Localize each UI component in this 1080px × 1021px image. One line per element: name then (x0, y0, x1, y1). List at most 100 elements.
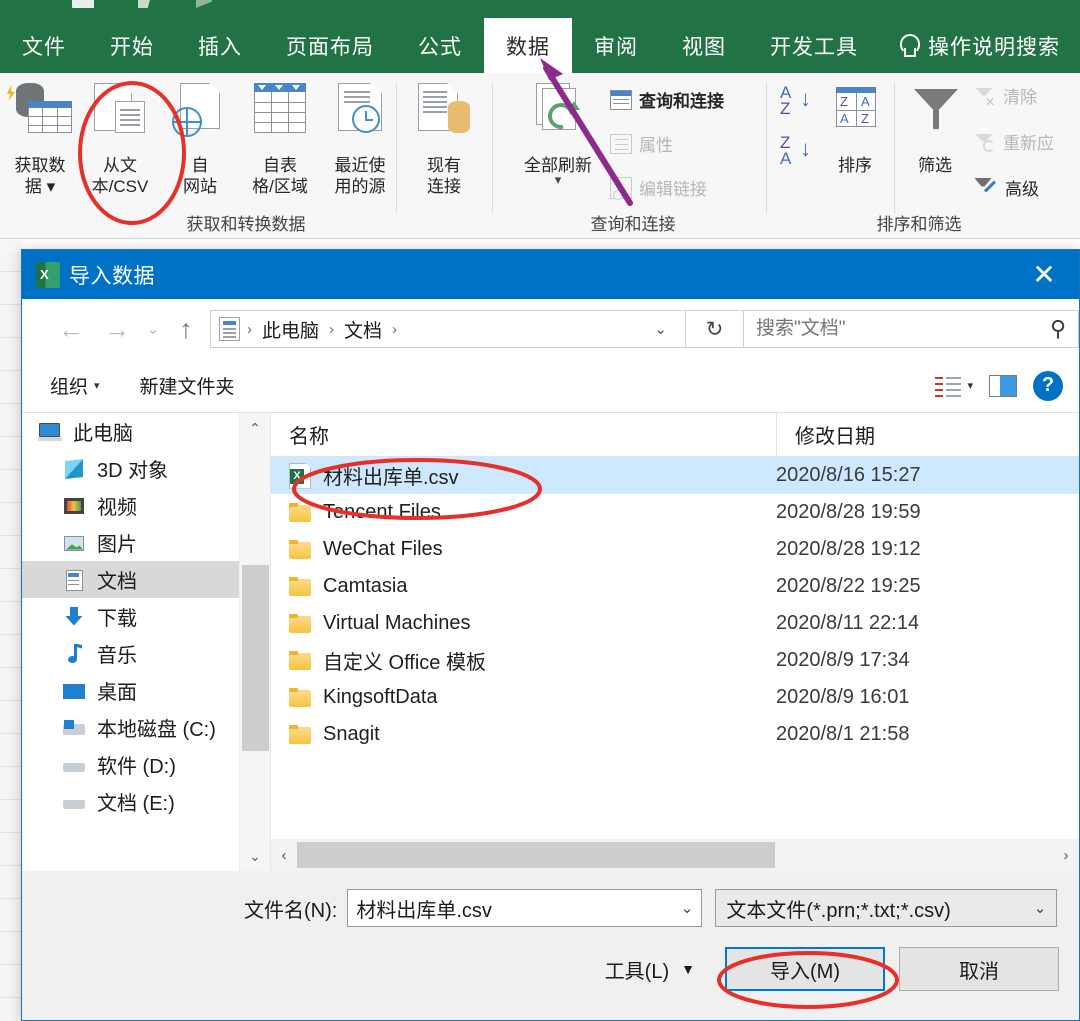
column-header-name[interactable]: 名称 (271, 413, 776, 456)
tab-data[interactable]: 数据 (484, 18, 572, 73)
recent-sources-button[interactable]: 最近使 用的源 (324, 79, 396, 197)
reapply-icon (974, 132, 996, 152)
folder-icon (289, 651, 311, 670)
search-icon[interactable]: ⚲ (1050, 316, 1066, 342)
sort-button[interactable]: Z A A Z 排序 (822, 79, 888, 176)
refresh-all-button[interactable]: 全部刷新 ▾ (510, 79, 606, 184)
change-view-button[interactable]: ▾ (935, 375, 973, 397)
queries-connections-button[interactable]: 查询和连接 (610, 87, 724, 112)
import-button[interactable]: 导入(M) (725, 947, 885, 991)
qat-undo-icon[interactable] (138, 0, 152, 8)
cancel-button[interactable]: 取消 (899, 947, 1059, 991)
sidebar-item-desktop[interactable]: 桌面 (22, 672, 270, 709)
breadcrumb-documents[interactable]: 文档 (341, 316, 385, 343)
file-list-hscrollbar[interactable]: ‹ › (271, 839, 1079, 871)
scroll-left-icon[interactable]: ‹ (271, 847, 297, 864)
filename-combobox[interactable]: ⌄ (347, 889, 702, 927)
from-web-button[interactable]: 自 网站 (164, 79, 236, 197)
from-text-csv-label: 从文 本/CSV (84, 155, 156, 197)
refresh-all-caret[interactable]: ▾ (510, 176, 606, 184)
hscroll-thumb[interactable] (297, 842, 775, 868)
sort-descending-button[interactable]: ZA ↓ (780, 135, 791, 167)
address-bar[interactable]: › 此电脑 › 文档 › ⌄ (210, 310, 686, 348)
refresh-icon[interactable]: ↻ (686, 310, 744, 348)
table-row[interactable]: 自定义 Office 模板 2020/8/9 17:34 (271, 642, 1079, 679)
folder-icon (289, 577, 311, 596)
recent-locations-icon[interactable]: ⌄ (140, 320, 166, 338)
file-date: 2020/8/11 22:14 (776, 612, 1076, 635)
tab-insert[interactable]: 插入 (176, 18, 264, 73)
address-dropdown-icon[interactable]: ⌄ (636, 320, 685, 338)
up-icon[interactable]: ↑ (166, 314, 206, 345)
sidebar-item-this-pc[interactable]: 此电脑 (22, 413, 270, 450)
help-icon[interactable]: ? (1033, 371, 1063, 401)
breadcrumb-sep-2: › (385, 321, 404, 338)
dialog-toolbar: 组织 ▾ 新建文件夹 ▾ ? (22, 359, 1079, 413)
tab-file[interactable]: 文件 (0, 18, 88, 73)
search-input[interactable] (756, 318, 1050, 340)
dialog-main: 此电脑 3D 对象 视频 图片 (22, 413, 1079, 871)
scroll-down-icon[interactable]: ⌄ (240, 841, 270, 871)
column-header-date[interactable]: 修改日期 (776, 413, 1076, 456)
organize-button[interactable]: 组织 ▾ (50, 372, 100, 399)
filetype-combobox[interactable]: 文本文件(*.prn;*.txt;*.csv) ⌄ (715, 889, 1057, 927)
from-table-range-button[interactable]: 自表 格/区域 (244, 79, 316, 197)
navigation-pane: 此电脑 3D 对象 视频 图片 (22, 413, 271, 871)
scroll-right-icon[interactable]: › (1053, 847, 1079, 864)
table-row[interactable]: Camtasia 2020/8/22 19:25 (271, 568, 1079, 605)
sidebar-item-music[interactable]: 音乐 (22, 635, 270, 672)
dialog-footer: 文件名(N): ⌄ 文本文件(*.prn;*.txt;*.csv) ⌄ 工具(L… (22, 871, 1079, 1021)
file-name: Tencent Files (323, 501, 441, 524)
preview-pane-icon[interactable] (989, 375, 1017, 397)
ribbon-tab-strip: 文件 开始 插入 页面布局 公式 数据 审阅 视图 开发工具 操作说明搜索 (0, 0, 1080, 73)
sidebar-item-pictures[interactable]: 图片 (22, 524, 270, 561)
sidebar-item-drive-e[interactable]: 文档 (E:) (22, 783, 270, 820)
tab-view[interactable]: 视图 (660, 18, 748, 73)
tab-page-layout[interactable]: 页面布局 (264, 18, 396, 73)
table-row[interactable]: WeChat Files 2020/8/28 19:12 (271, 531, 1079, 568)
from-text-csv-button[interactable]: 从文 本/CSV (84, 79, 156, 197)
scroll-up-icon[interactable]: ⌃ (240, 413, 270, 443)
sort-ascending-button[interactable]: AZ ↓ (780, 85, 791, 117)
table-row[interactable]: Snagit 2020/8/1 21:58 (271, 716, 1079, 753)
sidebar-item-3d-objects[interactable]: 3D 对象 (22, 450, 270, 487)
table-row[interactable]: KingsoftData 2020/8/9 16:01 (271, 679, 1079, 716)
advanced-filter-button[interactable]: 高级 (974, 175, 1039, 200)
back-icon[interactable]: ← (48, 314, 94, 345)
filter-button[interactable]: 筛选 (902, 79, 968, 176)
clear-filter-button: ✕ 清除 (974, 83, 1037, 108)
existing-connections-button[interactable]: 现有 连接 (408, 79, 480, 197)
new-folder-button[interactable]: 新建文件夹 (140, 372, 235, 399)
sidebar-item-drive-d[interactable]: 软件 (D:) (22, 746, 270, 783)
search-box[interactable]: ⚲ (744, 310, 1079, 348)
tab-review[interactable]: 审阅 (572, 18, 660, 73)
group-title-sort-filter: 排序和筛选 (774, 210, 1064, 235)
qat-save-icon[interactable] (72, 0, 94, 8)
organize-label: 组织 (50, 372, 88, 399)
sidebar-item-documents[interactable]: 文档 (22, 561, 270, 598)
filetype-caret-icon[interactable]: ⌄ (1026, 899, 1047, 917)
scroll-thumb[interactable] (242, 565, 269, 751)
forward-icon[interactable]: → (94, 314, 140, 345)
table-row[interactable]: 材料出库单.csv 2020/8/16 15:27 (271, 457, 1079, 494)
tab-developer[interactable]: 开发工具 (748, 18, 880, 73)
tab-formulas[interactable]: 公式 (396, 18, 484, 73)
sidebar-scrollbar[interactable]: ⌃ ⌄ (239, 413, 270, 871)
table-row[interactable]: Tencent Files 2020/8/28 19:59 (271, 494, 1079, 531)
table-row[interactable]: Virtual Machines 2020/8/11 22:14 (271, 605, 1079, 642)
close-icon[interactable]: ✕ (1009, 250, 1079, 299)
filename-caret-icon[interactable]: ⌄ (673, 899, 694, 917)
breadcrumb-this-pc[interactable]: 此电脑 (259, 316, 322, 343)
sidebar-item-local-disk-c[interactable]: 本地磁盘 (C:) (22, 709, 270, 746)
sidebar-item-videos[interactable]: 视频 (22, 487, 270, 524)
sidebar-item-downloads[interactable]: 下载 (22, 598, 270, 635)
filename-input[interactable] (356, 897, 672, 920)
qat-redo-icon[interactable] (196, 0, 212, 8)
quick-access-toolbar[interactable] (0, 0, 300, 18)
ribbon-group-sort-filter: AZ ↓ ZA ↓ Z A A Z 排序 (774, 73, 1080, 239)
advanced-filter-icon (974, 177, 998, 199)
tell-me-box[interactable]: 操作说明搜索 (880, 18, 1080, 73)
tab-home[interactable]: 开始 (88, 18, 176, 73)
get-data-button[interactable]: 获取数 据 ▾ (4, 79, 76, 197)
tools-button[interactable]: 工具(L) ▼ (605, 955, 695, 984)
